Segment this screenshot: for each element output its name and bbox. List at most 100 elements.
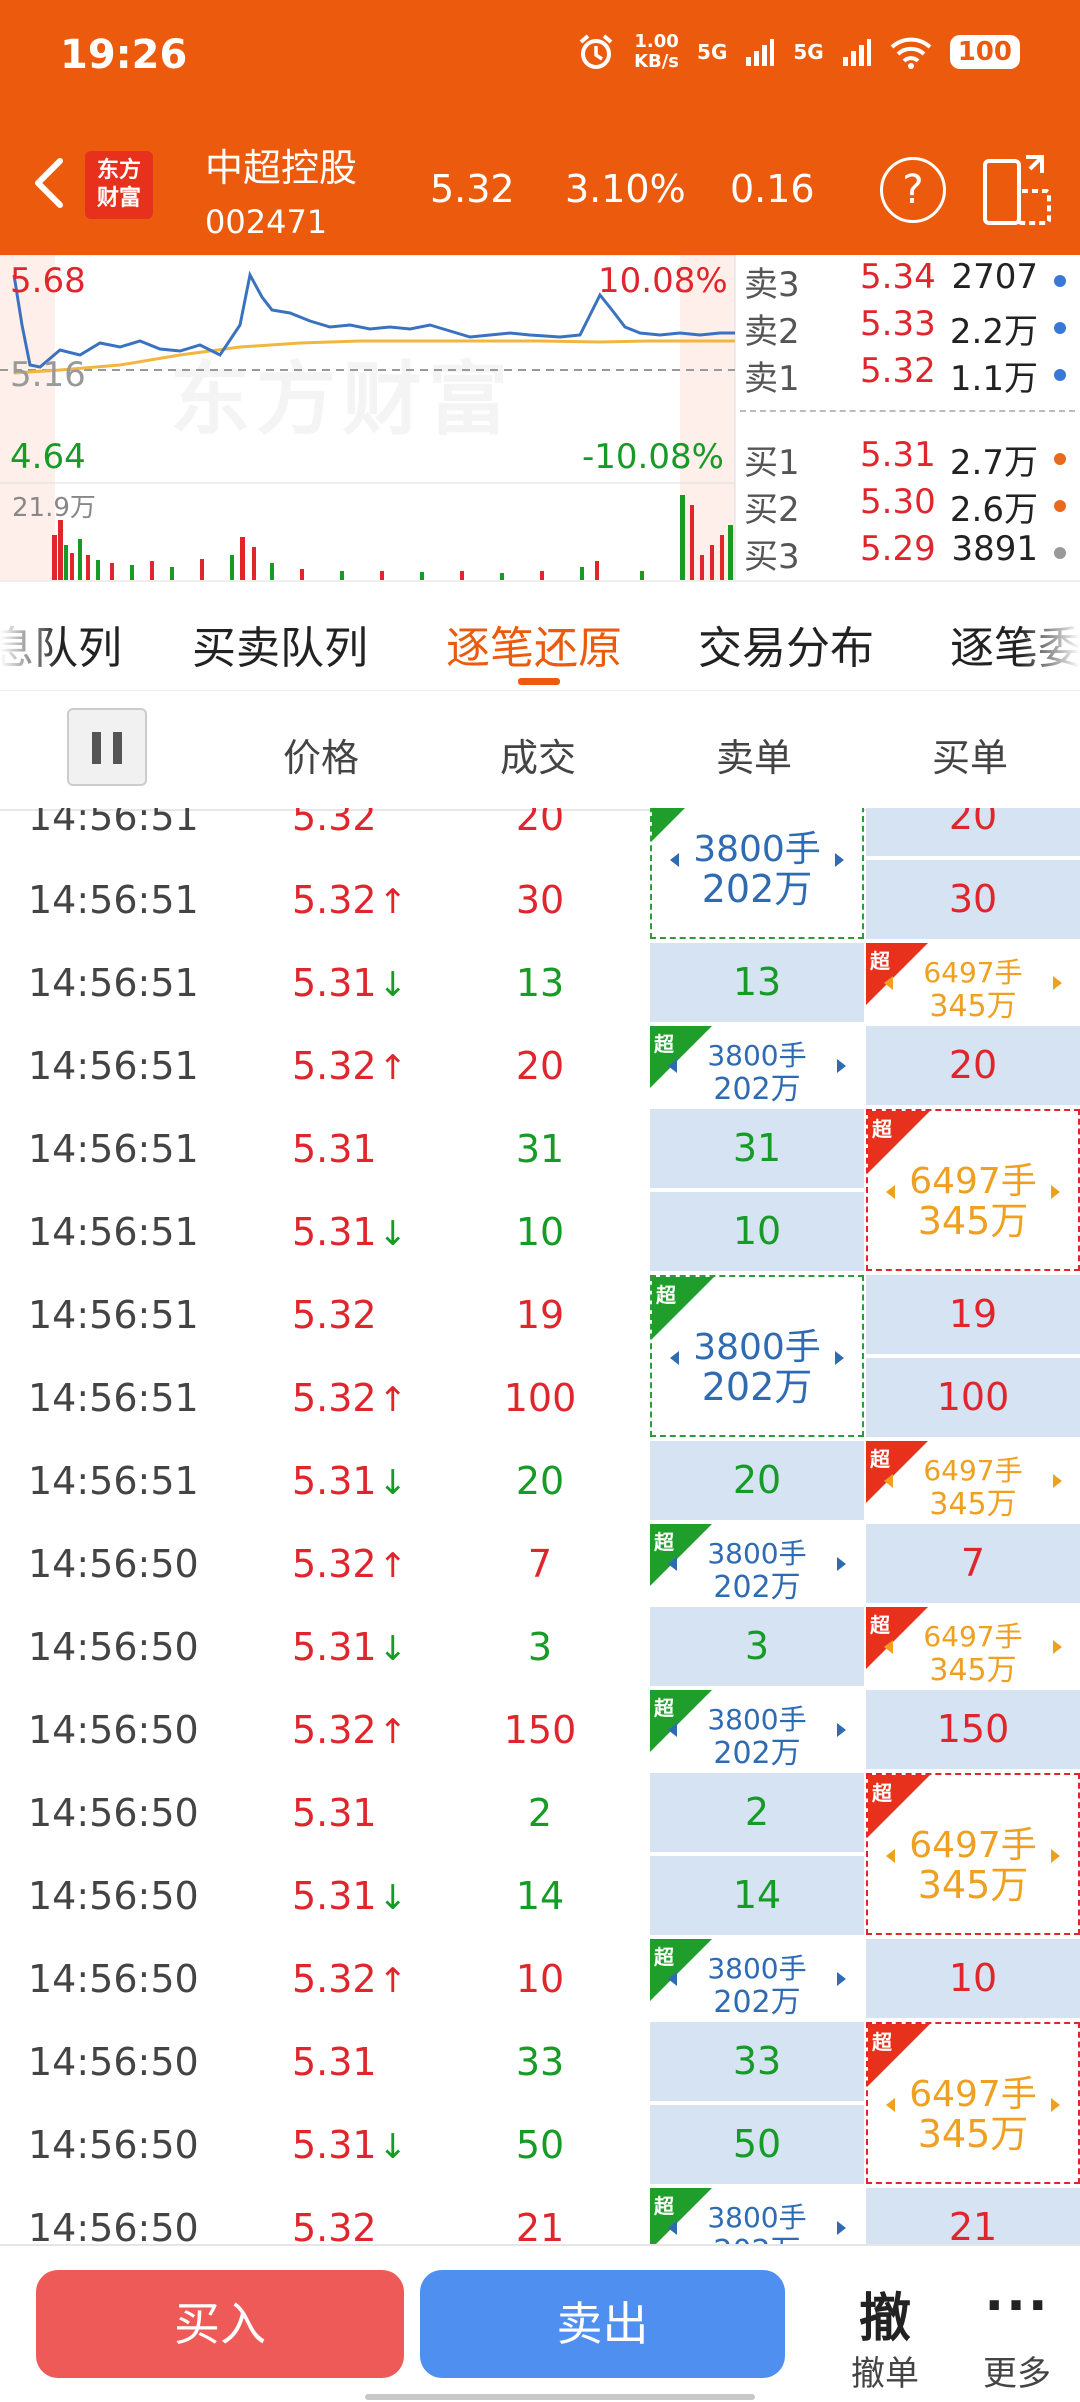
trade-time: 14:56:51 (28, 1459, 199, 1503)
super-order-amount: 202万 (713, 1984, 801, 2020)
buy-super-order[interactable]: 超 6497手 345万 (866, 1441, 1080, 1522)
trade-volume: 31 (515, 1127, 565, 1171)
arrow-down-icon: ↓ (378, 965, 408, 1005)
ask-dot-icon (1054, 322, 1066, 334)
trade-price: 5.31↓ (292, 1459, 407, 1503)
pause-icon (92, 732, 101, 764)
help-icon[interactable]: ? (880, 157, 946, 223)
super-badge: 超 (872, 2030, 892, 2054)
battery-icon: 100 (949, 35, 1020, 69)
trade-volume: 20 (515, 808, 565, 839)
chart-high-percent: 10.08% (598, 261, 728, 301)
active-tab-indicator (518, 678, 560, 685)
signal-5g-icon-2: 5G (793, 40, 824, 64)
buy-super-order[interactable]: 超 6497手 345万 (866, 2022, 1080, 2184)
eastmoney-logo: 东方 财富 (85, 151, 153, 219)
trade-price: 5.31 (292, 1791, 377, 1835)
alarm-icon (579, 34, 613, 69)
sell-super-order[interactable]: 超3800手202万 (650, 1939, 864, 2020)
buy-order-cell: 20 (866, 808, 1080, 856)
buy-order-cell: 7 (866, 1524, 1080, 1603)
chart-prev-close: 5.16 (10, 355, 86, 395)
status-bar: 19:26 1.00 KB/s 5G 5G 100 (0, 0, 1080, 115)
bid-level-2: 买2 5.30 2.6万 (740, 482, 1080, 530)
trade-price-value: 5.31 (292, 961, 377, 1005)
sell-order-volume: 50 (732, 2122, 782, 2166)
trade-price: 5.31↓ (292, 1210, 407, 1254)
trade-price-value: 5.32 (292, 2206, 377, 2244)
buy-order-volume: 100 (936, 1375, 1010, 1419)
arrow-down-icon: ↓ (378, 1629, 408, 1669)
tab-order-queue[interactable]: 买卖队列 (192, 612, 368, 676)
sell-super-order[interactable]: 超3800手202万 (650, 1026, 864, 1107)
current-price: 5.32 (430, 167, 515, 211)
trade-row: 14:56:51 5.32↑ 30 30 (0, 858, 1080, 941)
home-indicator[interactable] (365, 2394, 755, 2400)
trade-time: 14:56:50 (28, 2123, 199, 2167)
sell-super-order[interactable]: 超3800手202万 (650, 2188, 864, 2244)
tab-tick-restore[interactable]: 逐笔还原 (446, 612, 622, 676)
rotate-screen-icon[interactable] (982, 151, 1052, 227)
buy-super-order[interactable]: 超 6497手 345万 (866, 1109, 1080, 1271)
trade-price: 5.31↓ (292, 2123, 407, 2167)
trade-price-value: 5.32 (292, 1708, 377, 1752)
trade-price: 5.32↑ (292, 878, 407, 922)
trade-price: 5.31 (292, 1127, 377, 1171)
chevron-right-icon (1051, 2098, 1060, 2112)
stock-name: 中超控股 (205, 146, 358, 190)
super-order-amount: 202万 (713, 1569, 801, 1605)
trade-price-value: 5.31 (292, 2040, 377, 2084)
tab-trade-distribution[interactable]: 交易分布 (698, 612, 874, 676)
trade-price-value: 5.31 (292, 1791, 377, 1835)
trade-volume: 14 (515, 1874, 565, 1918)
buy-super-order[interactable]: 超 6497手 345万 (866, 1607, 1080, 1688)
sell-super-order[interactable]: 超3800手202万 (650, 1690, 864, 1771)
buy-order-cell: 30 (866, 860, 1080, 939)
trade-price-value: 5.32 (292, 1044, 377, 1088)
sell-order-cell: 31 (650, 1109, 864, 1188)
back-arrow-icon[interactable] (22, 153, 82, 213)
trade-price: 5.32↑ (292, 1044, 407, 1088)
chevron-left-icon (668, 2220, 677, 2235)
buy-order-volume: 19 (948, 1292, 998, 1336)
trade-volume: 2 (527, 1791, 553, 1835)
intraday-chart[interactable]: 东方财富 5.68 10.08% 5.16 4.64 -10.08% 21.9万 (0, 255, 740, 580)
arrow-up-icon: ↑ (378, 1712, 408, 1752)
buy-super-order[interactable]: 超 6497手 345万 (866, 943, 1080, 1024)
cancel-order-label[interactable]: 撤单 (830, 2346, 940, 2395)
buy-order-cell: 150 (866, 1690, 1080, 1769)
order-book[interactable]: 卖3 5.34 2707 卖2 5.33 2.2万 卖1 5.32 1.1万 买… (740, 255, 1080, 580)
trade-time: 14:56:50 (28, 1957, 199, 2001)
sell-super-order[interactable]: 超3800手202万 (650, 808, 864, 939)
more-label[interactable]: 更多 (962, 2346, 1072, 2395)
ask-level-1: 卖1 5.32 1.1万 (740, 351, 1080, 399)
arrow-up-icon: ↑ (378, 1546, 408, 1586)
column-trade: 成交 (500, 736, 577, 780)
more-icon[interactable]: ··· (962, 2276, 1072, 2336)
chevron-right-icon (837, 2220, 846, 2235)
trade-row: 14:56:50 5.32↑ 150 150 (0, 1688, 1080, 1771)
chevron-left-icon (670, 853, 679, 867)
tick-trade-list[interactable]: 14:56:51 5.32 20 20 14:56:51 5.32↑ 30 30 14:56:5… (0, 808, 1080, 2244)
buy-button[interactable]: 买入 (36, 2270, 404, 2378)
sell-super-order[interactable]: 超3800手202万 (650, 1524, 864, 1605)
pause-button[interactable] (67, 708, 147, 786)
buy-super-order[interactable]: 超 6497手 345万 (866, 1773, 1080, 1935)
sell-order-cell: 14 (650, 1856, 864, 1935)
trade-time: 14:56:50 (28, 1708, 199, 1752)
trade-time: 14:56:51 (28, 1376, 199, 1420)
super-badge: 超 (656, 1283, 676, 1307)
trade-volume: 33 (515, 2040, 565, 2084)
cancel-order-icon[interactable]: 撤 (830, 2276, 940, 2351)
sell-button[interactable]: 卖出 (420, 2270, 785, 2378)
chevron-right-icon (837, 1722, 846, 1737)
column-header: 价格 成交 卖单 买单 (0, 690, 1080, 811)
sell-super-order[interactable]: 超3800手202万 (650, 1275, 864, 1437)
trade-time: 14:56:51 (28, 961, 199, 1005)
sell-order-volume: 31 (732, 1126, 782, 1170)
buy-order-volume: 20 (948, 808, 998, 838)
super-order-amount: 202万 (701, 867, 813, 911)
chart-canvas (0, 255, 736, 580)
arrow-down-icon: ↓ (378, 2127, 408, 2167)
buy-order-volume: 10 (948, 1956, 998, 2000)
